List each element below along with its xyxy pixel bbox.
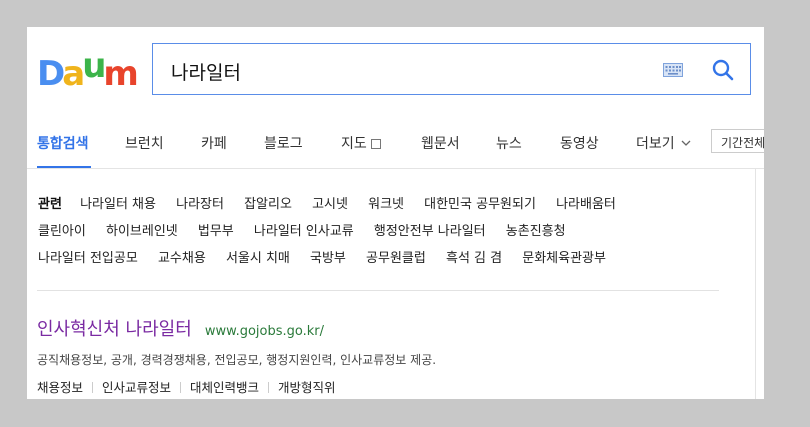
tab-brunch[interactable]: 브런치 bbox=[125, 133, 164, 153]
tab-webdoc[interactable]: 웹문서 bbox=[421, 133, 460, 153]
logo-letter-a: a bbox=[62, 54, 85, 94]
sitelink[interactable]: 인사교류정보 bbox=[102, 380, 171, 395]
content-edge-line bbox=[755, 169, 756, 399]
tab-news[interactable]: 뉴스 bbox=[496, 133, 522, 153]
related-link[interactable]: 서울시 치매 bbox=[226, 251, 290, 266]
related-divider bbox=[37, 290, 719, 291]
sitelink[interactable]: 채용정보 bbox=[37, 380, 83, 395]
sitelink-separator bbox=[180, 382, 182, 393]
related-link[interactable]: 나라장터 bbox=[176, 197, 224, 212]
related-row: 나라일터 전입공모 교수채용 서울시 치매 국방부 공무원클럽 흑석 김 겸 문… bbox=[38, 247, 738, 274]
related-link[interactable]: 대한민국 공무원되기 bbox=[424, 197, 536, 212]
related-link[interactable]: 교수채용 bbox=[158, 251, 206, 266]
related-link[interactable]: 잡알리오 bbox=[244, 197, 292, 212]
related-link[interactable]: 행정안전부 나라일터 bbox=[374, 224, 486, 239]
search-box bbox=[152, 43, 751, 95]
related-link[interactable]: 고시넷 bbox=[312, 197, 348, 212]
tab-video[interactable]: 동영상 bbox=[560, 133, 599, 153]
related-link[interactable]: 공무원클럽 bbox=[366, 251, 426, 266]
result-title-link[interactable]: 인사혁신처 나라일터 bbox=[37, 319, 192, 340]
related-link[interactable]: 하이브레인넷 bbox=[106, 224, 178, 239]
related-link[interactable]: 법무부 bbox=[198, 224, 234, 239]
tab-blog[interactable]: 블로그 bbox=[264, 133, 303, 153]
related-link[interactable]: 워크넷 bbox=[368, 197, 404, 212]
search-icon[interactable] bbox=[711, 58, 735, 82]
related-row: 관련 나라일터 채용 나라장터 잡알리오 고시넷 워크넷 대한민국 공무원되기 … bbox=[38, 193, 738, 220]
related-link[interactable]: 흑석 김 겸 bbox=[446, 251, 502, 266]
related-link[interactable]: 나라일터 인사교류 bbox=[254, 224, 354, 239]
logo-letter-d: D bbox=[37, 54, 65, 94]
daum-logo[interactable]: D a u m bbox=[37, 46, 139, 94]
tab-map[interactable]: 지도 bbox=[341, 133, 381, 153]
related-link[interactable]: 나라일터 채용 bbox=[80, 197, 156, 212]
related-link[interactable]: 나라배움터 bbox=[556, 197, 616, 212]
related-row: 클린아이 하이브레인넷 법무부 나라일터 인사교류 행정안전부 나라일터 농촌진… bbox=[38, 220, 738, 247]
tab-integrated[interactable]: 통합검색 bbox=[37, 133, 89, 153]
map-icon bbox=[370, 139, 381, 149]
keyboard-icon[interactable] bbox=[663, 63, 683, 77]
tab-more[interactable]: 더보기 bbox=[636, 133, 691, 153]
tabs-divider bbox=[27, 168, 764, 169]
result-url[interactable]: www.gojobs.go.kr/ bbox=[205, 324, 324, 339]
search-page: D a u m 통합검색 브런치 카페 블로그 지도 웹문서 뉴스 동영상 bbox=[27, 27, 764, 399]
tab-map-label: 지도 bbox=[341, 136, 367, 152]
result-header: 인사혁신처 나라일터 www.gojobs.go.kr/ bbox=[37, 315, 737, 341]
tab-cafe[interactable]: 카페 bbox=[201, 133, 227, 153]
related-link[interactable]: 농촌진흥청 bbox=[506, 224, 566, 239]
search-result: 인사혁신처 나라일터 www.gojobs.go.kr/ 공직채용정보, 공개,… bbox=[37, 315, 737, 396]
search-input[interactable] bbox=[169, 56, 643, 86]
sitelink[interactable]: 개방형직위 bbox=[278, 380, 336, 395]
chevron-down-icon bbox=[681, 140, 691, 146]
sitelink-separator bbox=[92, 382, 94, 393]
result-sitelinks: 채용정보 인사교류정보 대체인력뱅크 개방형직위 bbox=[37, 377, 737, 396]
period-select[interactable]: 기간전체 bbox=[711, 129, 764, 153]
related-title: 관련 bbox=[38, 197, 62, 212]
logo-letter-m: m bbox=[103, 54, 138, 94]
related-link[interactable]: 문화체육관광부 bbox=[522, 251, 606, 266]
related-link[interactable]: 클린아이 bbox=[38, 224, 86, 239]
sitelink-separator bbox=[268, 382, 270, 393]
related-link[interactable]: 나라일터 전입공모 bbox=[38, 251, 138, 266]
search-tabs: 통합검색 브런치 카페 블로그 지도 웹문서 뉴스 동영상 더보기 기간전체 bbox=[27, 119, 764, 169]
tab-more-label: 더보기 bbox=[636, 136, 675, 152]
related-link[interactable]: 국방부 bbox=[310, 251, 346, 266]
sitelink[interactable]: 대체인력뱅크 bbox=[190, 380, 259, 395]
result-description: 공직채용정보, 공개, 경력경쟁채용, 전입공모, 행정지원인력, 인사교류정보… bbox=[37, 353, 437, 367]
related-searches: 관련 나라일터 채용 나라장터 잡알리오 고시넷 워크넷 대한민국 공무원되기 … bbox=[38, 193, 738, 274]
logo-letter-u: u bbox=[82, 46, 106, 86]
